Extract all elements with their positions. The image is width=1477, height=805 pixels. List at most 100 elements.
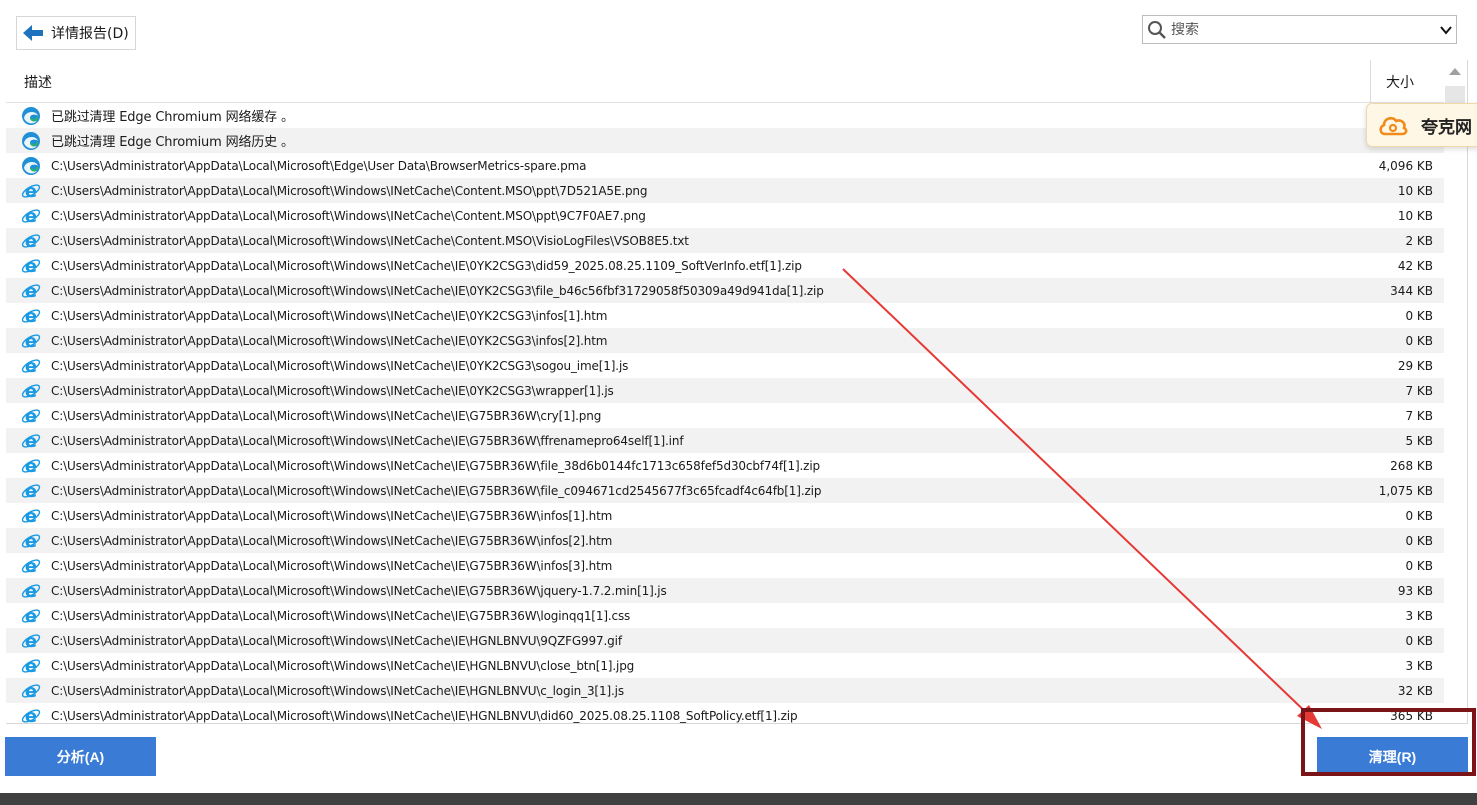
edge-icon xyxy=(21,156,41,176)
item-size: 32 KB xyxy=(1397,683,1433,698)
ie-icon: e xyxy=(21,556,41,577)
list-item[interactable]: e C:\Users\Administrator\AppData\Local\Mi… xyxy=(6,528,1444,553)
item-size: 0 KB xyxy=(1405,533,1433,548)
item-size: 7 KB xyxy=(1405,408,1433,423)
list-item[interactable]: e C:\Users\Administrator\AppData\Local\Mi… xyxy=(6,628,1444,653)
list-item[interactable]: e C:\Users\Administrator\AppData\Local\Mi… xyxy=(6,503,1444,528)
ie-icon: e xyxy=(21,606,41,627)
results-list: 描述 大小 已跳过清理 Edge Chromium 网络缓存 。已跳过清理 Ed… xyxy=(6,60,1468,724)
ie-icon: e xyxy=(21,706,41,723)
bottom-bar xyxy=(0,793,1477,805)
column-header-size[interactable]: 大小 xyxy=(1386,72,1414,92)
item-description: C:\Users\Administrator\AppData\Local\Mic… xyxy=(51,433,684,448)
app-window: 详情报告(D) 描述 大小 已跳过清理 Edge Chromium 网络缓存 。… xyxy=(0,0,1477,805)
list-item[interactable]: e C:\Users\Administrator\AppData\Local\Mi… xyxy=(6,253,1444,278)
item-size: 42 KB xyxy=(1397,258,1433,273)
list-header: 描述 大小 xyxy=(6,60,1444,103)
item-description: C:\Users\Administrator\AppData\Local\Mic… xyxy=(51,708,798,723)
item-size: 3 KB xyxy=(1405,658,1433,673)
svg-text:e: e xyxy=(25,181,37,201)
item-size: 344 KB xyxy=(1390,283,1433,298)
edge-icon xyxy=(21,106,41,126)
list-item[interactable]: 已跳过清理 Edge Chromium 网络历史 。 xyxy=(6,128,1444,153)
item-description: C:\Users\Administrator\AppData\Local\Mic… xyxy=(51,633,622,648)
item-description: C:\Users\Administrator\AppData\Local\Mic… xyxy=(51,308,608,323)
ie-icon: e xyxy=(21,256,41,277)
list-item[interactable]: e C:\Users\Administrator\AppData\Local\Mi… xyxy=(6,353,1444,378)
list-item[interactable]: 已跳过清理 Edge Chromium 网络缓存 。 xyxy=(6,103,1444,128)
ie-icon: e xyxy=(21,506,41,527)
ie-icon: e xyxy=(21,231,41,252)
details-report-button[interactable]: 详情报告(D) xyxy=(16,16,136,50)
svg-text:e: e xyxy=(25,481,37,501)
item-description: C:\Users\Administrator\AppData\Local\Mic… xyxy=(51,533,613,548)
vertical-scrollbar[interactable] xyxy=(1444,60,1466,723)
svg-text:e: e xyxy=(25,306,37,326)
item-size: 10 KB xyxy=(1397,183,1433,198)
item-description: C:\Users\Administrator\AppData\Local\Mic… xyxy=(51,283,824,298)
list-item[interactable]: e C:\Users\Administrator\AppData\Local\Mi… xyxy=(6,478,1444,503)
ie-icon: e xyxy=(21,631,41,652)
item-description: C:\Users\Administrator\AppData\Local\Mic… xyxy=(51,183,648,198)
item-size: 29 KB xyxy=(1397,358,1433,373)
svg-text:e: e xyxy=(25,231,37,251)
list-item[interactable]: e C:\Users\Administrator\AppData\Local\Mi… xyxy=(6,228,1444,253)
item-description: C:\Users\Administrator\AppData\Local\Mic… xyxy=(51,608,631,623)
side-widget[interactable]: 夸克网 xyxy=(1366,103,1477,147)
svg-text:e: e xyxy=(25,406,37,426)
list-item[interactable]: e C:\Users\Administrator\AppData\Local\Mi… xyxy=(6,403,1444,428)
item-size: 0 KB xyxy=(1405,308,1433,323)
list-item[interactable]: e C:\Users\Administrator\AppData\Local\Mi… xyxy=(6,378,1444,403)
svg-text:e: e xyxy=(25,506,37,526)
svg-text:e: e xyxy=(25,531,37,551)
ie-icon: e xyxy=(21,531,41,552)
list-item[interactable]: e C:\Users\Administrator\AppData\Local\Mi… xyxy=(6,328,1444,353)
svg-text:e: e xyxy=(25,631,37,651)
list-item[interactable]: e C:\Users\Administrator\AppData\Local\Mi… xyxy=(6,653,1444,678)
svg-text:e: e xyxy=(25,331,37,351)
list-item[interactable]: e C:\Users\Administrator\AppData\Local\Mi… xyxy=(6,553,1444,578)
item-description: C:\Users\Administrator\AppData\Local\Mic… xyxy=(51,258,802,273)
ie-icon: e xyxy=(21,481,41,502)
item-description: 已跳过清理 Edge Chromium 网络缓存 。 xyxy=(51,110,294,125)
item-description: C:\Users\Administrator\AppData\Local\Mic… xyxy=(51,458,820,473)
column-header-description[interactable]: 描述 xyxy=(24,72,52,92)
list-item[interactable]: e C:\Users\Administrator\AppData\Local\Mi… xyxy=(6,178,1444,203)
item-size: 3 KB xyxy=(1405,608,1433,623)
ie-icon: e xyxy=(21,431,41,452)
svg-text:e: e xyxy=(25,206,37,226)
svg-text:e: e xyxy=(25,281,37,301)
ie-icon: e xyxy=(21,406,41,427)
chevron-down-icon[interactable] xyxy=(1440,25,1452,35)
item-description: C:\Users\Administrator\AppData\Local\Mic… xyxy=(51,233,689,248)
svg-text:e: e xyxy=(25,556,37,576)
svg-text:e: e xyxy=(25,656,37,676)
ie-icon: e xyxy=(21,356,41,377)
item-size: 2 KB xyxy=(1405,233,1433,248)
item-description: C:\Users\Administrator\AppData\Local\Mic… xyxy=(51,558,613,573)
list-item[interactable]: e C:\Users\Administrator\AppData\Local\Mi… xyxy=(6,453,1444,478)
list-item[interactable]: e C:\Users\Administrator\AppData\Local\Mi… xyxy=(6,278,1444,303)
analyze-button[interactable]: 分析(A) xyxy=(5,737,156,776)
item-description: C:\Users\Administrator\AppData\Local\Mic… xyxy=(51,658,635,673)
list-item[interactable]: e C:\Users\Administrator\AppData\Local\Mi… xyxy=(6,603,1444,628)
item-description: C:\Users\Administrator\AppData\Local\Mic… xyxy=(51,408,602,423)
list-item[interactable]: e C:\Users\Administrator\AppData\Local\Mi… xyxy=(6,203,1444,228)
list-item[interactable]: e C:\Users\Administrator\AppData\Local\Mi… xyxy=(6,703,1444,723)
list-item[interactable]: e C:\Users\Administrator\AppData\Local\Mi… xyxy=(6,303,1444,328)
search-box[interactable] xyxy=(1142,15,1457,44)
scroll-up-icon[interactable] xyxy=(1448,66,1462,76)
ie-icon: e xyxy=(21,681,41,702)
list-item[interactable]: C:\Users\Administrator\AppData\Local\Mic… xyxy=(6,153,1444,178)
item-description: C:\Users\Administrator\AppData\Local\Mic… xyxy=(51,583,667,598)
item-description: C:\Users\Administrator\AppData\Local\Mic… xyxy=(51,208,646,223)
item-description: C:\Users\Administrator\AppData\Local\Mic… xyxy=(51,358,629,373)
item-description: C:\Users\Administrator\AppData\Local\Mic… xyxy=(51,683,624,698)
item-description: C:\Users\Administrator\AppData\Local\Mic… xyxy=(51,508,613,523)
column-divider[interactable] xyxy=(1370,60,1371,103)
search-input[interactable] xyxy=(1171,21,1440,38)
list-item[interactable]: e C:\Users\Administrator\AppData\Local\Mi… xyxy=(6,428,1444,453)
list-item[interactable]: e C:\Users\Administrator\AppData\Local\Mi… xyxy=(6,578,1444,603)
ie-icon: e xyxy=(21,331,41,352)
list-item[interactable]: e C:\Users\Administrator\AppData\Local\Mi… xyxy=(6,678,1444,703)
